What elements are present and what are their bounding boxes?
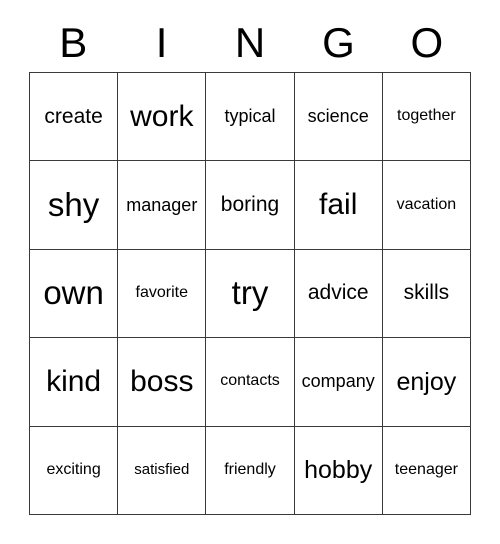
header-letter-b: B (59, 19, 88, 66)
bingo-cell-word: fail (319, 188, 358, 222)
bingo-cell[interactable]: teenager (382, 426, 471, 515)
bingo-header-row: B I N G O (29, 14, 471, 72)
bingo-cell[interactable]: enjoy (382, 338, 471, 427)
bingo-cell-word: kind (46, 365, 102, 399)
bingo-cell[interactable]: contacts (206, 338, 295, 427)
bingo-cell[interactable]: advice (294, 249, 383, 339)
bingo-cell-word: enjoy (396, 367, 457, 396)
bingo-cell[interactable]: manager (118, 161, 207, 250)
bingo-cell-word: advice (307, 281, 369, 305)
bingo-cell[interactable]: friendly (206, 426, 295, 515)
bingo-cell-word: vacation (396, 195, 457, 213)
bingo-cell-word: company (301, 371, 375, 392)
bingo-cell-word: manager (126, 194, 198, 215)
bingo-cell-word: exciting (46, 460, 101, 478)
bingo-cell-word: favorite (135, 284, 189, 302)
bingo-cell[interactable]: boss (118, 338, 207, 427)
bingo-cell-word: skills (403, 281, 450, 305)
bingo-cell-word: typical (224, 106, 276, 127)
bingo-cell-word: work (130, 99, 194, 133)
bingo-cell-word: create (44, 104, 103, 128)
bingo-cell[interactable]: company (294, 338, 383, 427)
bingo-cell[interactable]: try (206, 249, 295, 339)
bingo-cell[interactable]: boring (206, 161, 295, 250)
bingo-cell-word: shy (47, 185, 100, 223)
bingo-cell[interactable]: skills (382, 249, 471, 339)
bingo-cell[interactable]: hobby (294, 426, 383, 515)
bingo-cell[interactable]: shy (30, 161, 119, 250)
bingo-grid: create work typical science together shy… (29, 72, 471, 515)
bingo-cell[interactable]: own (30, 249, 119, 339)
bingo-cell-word: contacts (220, 372, 280, 390)
bingo-cell-word: boring (220, 193, 280, 217)
bingo-cell[interactable]: vacation (382, 161, 471, 250)
bingo-cell-word: science (307, 106, 369, 127)
header-letter-o: O (410, 19, 444, 66)
bingo-cell-word: hobby (304, 456, 373, 485)
bingo-cell-word: satisfied (134, 461, 190, 479)
bingo-cell-word: teenager (394, 460, 458, 478)
bingo-cell[interactable]: work (118, 73, 207, 162)
bingo-cell[interactable]: exciting (30, 426, 119, 515)
bingo-cell-word: own (43, 274, 104, 312)
bingo-cell[interactable]: together (382, 73, 471, 162)
bingo-cell[interactable]: fail (294, 161, 383, 250)
bingo-cell[interactable]: typical (206, 73, 295, 162)
bingo-cell-word: together (397, 107, 456, 125)
bingo-cell[interactable]: create (30, 73, 119, 162)
header-letter-i: I (155, 19, 168, 66)
bingo-cell-word: try (231, 274, 269, 312)
bingo-cell-word: friendly (224, 460, 276, 478)
bingo-card: B I N G O create work typical science to… (0, 0, 500, 544)
bingo-cell[interactable]: favorite (118, 249, 207, 339)
bingo-cell[interactable]: science (294, 73, 383, 162)
bingo-cell[interactable]: kind (30, 338, 119, 427)
bingo-cell-word: boss (130, 365, 194, 399)
bingo-cell[interactable]: satisfied (118, 426, 207, 515)
header-letter-g: G (322, 19, 355, 66)
header-letter-n: N (234, 19, 266, 66)
